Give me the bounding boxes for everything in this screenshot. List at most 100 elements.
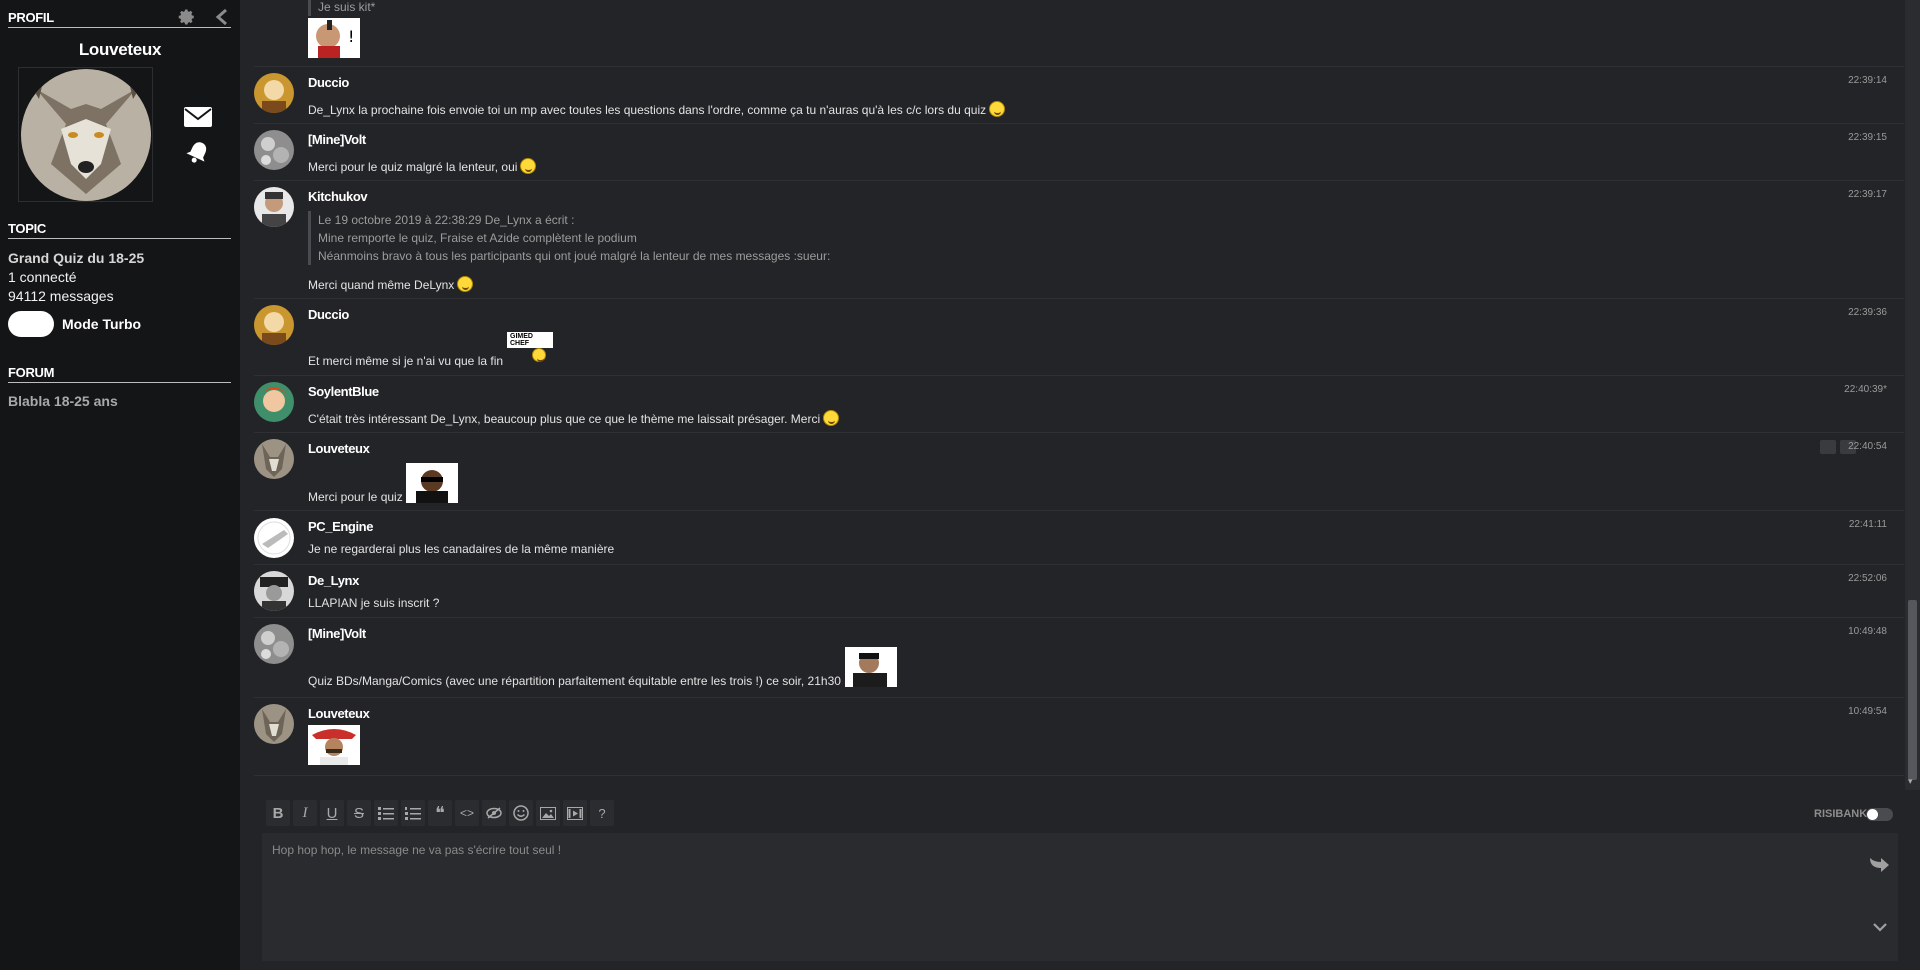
list-item: Duccio 22:39:14 De_Lynx la prochaine foi… [254, 67, 1904, 124]
avatar[interactable] [254, 130, 294, 170]
avatar[interactable] [254, 382, 294, 422]
avatar[interactable] [254, 571, 294, 611]
message-text: Merci quand même DeLynx [308, 276, 474, 292]
message-text-content: Merci quand même DeLynx [308, 278, 455, 292]
image-icon[interactable] [536, 800, 560, 826]
message-text: LLAPIAN je suis inscrit ? [308, 596, 440, 610]
quote-line: Mine remporte le quiz, Fraise et Azide c… [318, 231, 637, 245]
svg-text:!: ! [348, 27, 354, 46]
message-author[interactable]: De_Lynx [308, 573, 359, 588]
profile-header: PROFIL [8, 4, 231, 28]
sticker-image[interactable] [845, 647, 897, 687]
message-author[interactable]: Duccio [308, 75, 349, 90]
collapse-sidebar-icon[interactable] [214, 8, 230, 26]
message-author[interactable]: Kitchukov [308, 189, 368, 204]
video-icon[interactable] [563, 800, 587, 826]
italic-button[interactable]: I [293, 800, 317, 826]
quote-line: Néanmoins bravo à tous les participants … [318, 249, 831, 263]
topic-title[interactable]: Grand Quiz du 18-25 [8, 250, 144, 266]
quote-button[interactable]: ❝ [428, 800, 452, 826]
message-input[interactable] [262, 833, 1898, 961]
list-item: [Mine]Volt 10:49:48 Quiz BDs/Manga/Comic… [254, 618, 1904, 698]
smiley-icon [520, 158, 537, 174]
message-time: 22:40:54 [1848, 441, 1887, 452]
message-text: Merci pour le quiz [308, 490, 403, 504]
emoji-icon[interactable] [509, 800, 533, 826]
strikethrough-button[interactable]: S [347, 800, 371, 826]
edit-icon[interactable] [1820, 440, 1836, 454]
message-author[interactable]: PC_Engine [308, 519, 373, 534]
list-item: Je suis kit* ! [254, 0, 1904, 67]
avatar[interactable] [254, 624, 294, 664]
scroll-down-icon[interactable]: ▾ [1908, 776, 1917, 786]
numbered-list-button[interactable] [401, 800, 425, 826]
profile-username: Louveteux [78, 40, 162, 59]
sticker-image[interactable]: ! [308, 18, 360, 58]
bullet-list-button[interactable] [374, 800, 398, 826]
list-item: Kitchukov 22:39:17 Le 19 octobre 2019 à … [254, 181, 1904, 299]
forum-heading: FORUM [8, 365, 55, 380]
forum-header: FORUM [8, 359, 231, 383]
avatar[interactable] [254, 305, 294, 345]
bold-button[interactable]: B [266, 800, 290, 826]
message-author[interactable]: Louveteux [308, 706, 370, 721]
risibank-toggle[interactable] [1866, 808, 1893, 821]
forum-link[interactable]: Blabla 18-25 ans [8, 393, 118, 409]
list-item: Louveteux 22:40:54 Merci pour le quiz [254, 433, 1904, 511]
smiley-icon [457, 276, 474, 292]
spoiler-icon[interactable] [482, 800, 506, 826]
code-button[interactable]: <> [455, 800, 479, 826]
avatar[interactable] [254, 187, 294, 227]
message-author[interactable]: SoylentBlue [308, 384, 379, 399]
message-time: 22:39:17 [1848, 189, 1887, 200]
message-time: 22:39:15 [1848, 132, 1887, 143]
list-item: Duccio 22:39:36 Et merci même si je n'ai… [254, 299, 1904, 376]
sticker-label: GIMED CHEF [507, 332, 553, 348]
turbo-toggle[interactable] [8, 311, 54, 337]
messages-count: 94112 messages [8, 288, 114, 304]
topic-header: TOPIC [8, 215, 231, 239]
smiley-icon [989, 101, 1006, 117]
message-text-content: C'était très intéressant De_Lynx, beauco… [308, 412, 821, 426]
avatar[interactable] [254, 73, 294, 113]
profile-heading: PROFIL [8, 10, 54, 25]
message-scrollbar[interactable]: ▾ [1905, 0, 1920, 790]
message-text-content: De_Lynx la prochaine fois envoie toi un … [308, 103, 987, 117]
message-author[interactable]: [Mine]Volt [308, 626, 366, 641]
sticker-image[interactable] [406, 463, 458, 503]
avatar[interactable] [21, 69, 151, 201]
message-time: 22:41:11 [1848, 519, 1887, 530]
smiley-icon [532, 348, 546, 362]
message-text: De_Lynx la prochaine fois envoie toi un … [308, 101, 1006, 117]
profile-avatar-frame [18, 67, 153, 202]
avatar[interactable] [254, 439, 294, 479]
quote-header: Le 19 octobre 2019 à 22:38:29 De_Lynx a … [318, 213, 575, 227]
editor-toolbar: B I U S ❝ <> ? [266, 800, 614, 828]
message-time: 10:49:48 [1848, 626, 1887, 637]
bell-icon[interactable] [185, 139, 211, 165]
sticker-image[interactable]: GIMED CHEF [507, 332, 555, 368]
sticker-image[interactable] [308, 725, 360, 765]
message-text-content: Merci pour le quiz malgré la lenteur, ou… [308, 160, 518, 174]
message-editor [262, 833, 1898, 961]
message-text: Je suis kit* [308, 0, 375, 16]
help-button[interactable]: ? [590, 800, 614, 826]
underline-button[interactable]: U [320, 800, 344, 826]
gear-icon[interactable] [178, 8, 196, 26]
message-text: Et merci même si je n'ai vu que la fin [308, 354, 504, 368]
message-author[interactable]: Louveteux [308, 441, 370, 456]
send-icon[interactable] [1868, 855, 1890, 873]
message-author[interactable]: Duccio [308, 307, 349, 322]
message-text: Merci pour le quiz malgré la lenteur, ou… [308, 158, 537, 174]
quote-block: Le 19 octobre 2019 à 22:38:29 De_Lynx a … [308, 211, 830, 265]
chevron-down-icon[interactable] [1872, 921, 1888, 933]
scrollbar-thumb[interactable] [1908, 600, 1917, 780]
message-time: 22:39:36 [1848, 307, 1887, 318]
message-text: C'était très intéressant De_Lynx, beauco… [308, 410, 840, 426]
message-author[interactable]: [Mine]Volt [308, 132, 366, 147]
avatar[interactable] [254, 704, 294, 744]
list-item: SoylentBlue 22:40:39* C'était très intér… [254, 376, 1904, 433]
risibank-label: RISIBANK [1814, 808, 1868, 820]
avatar[interactable] [254, 518, 294, 558]
mail-icon[interactable] [183, 106, 213, 128]
